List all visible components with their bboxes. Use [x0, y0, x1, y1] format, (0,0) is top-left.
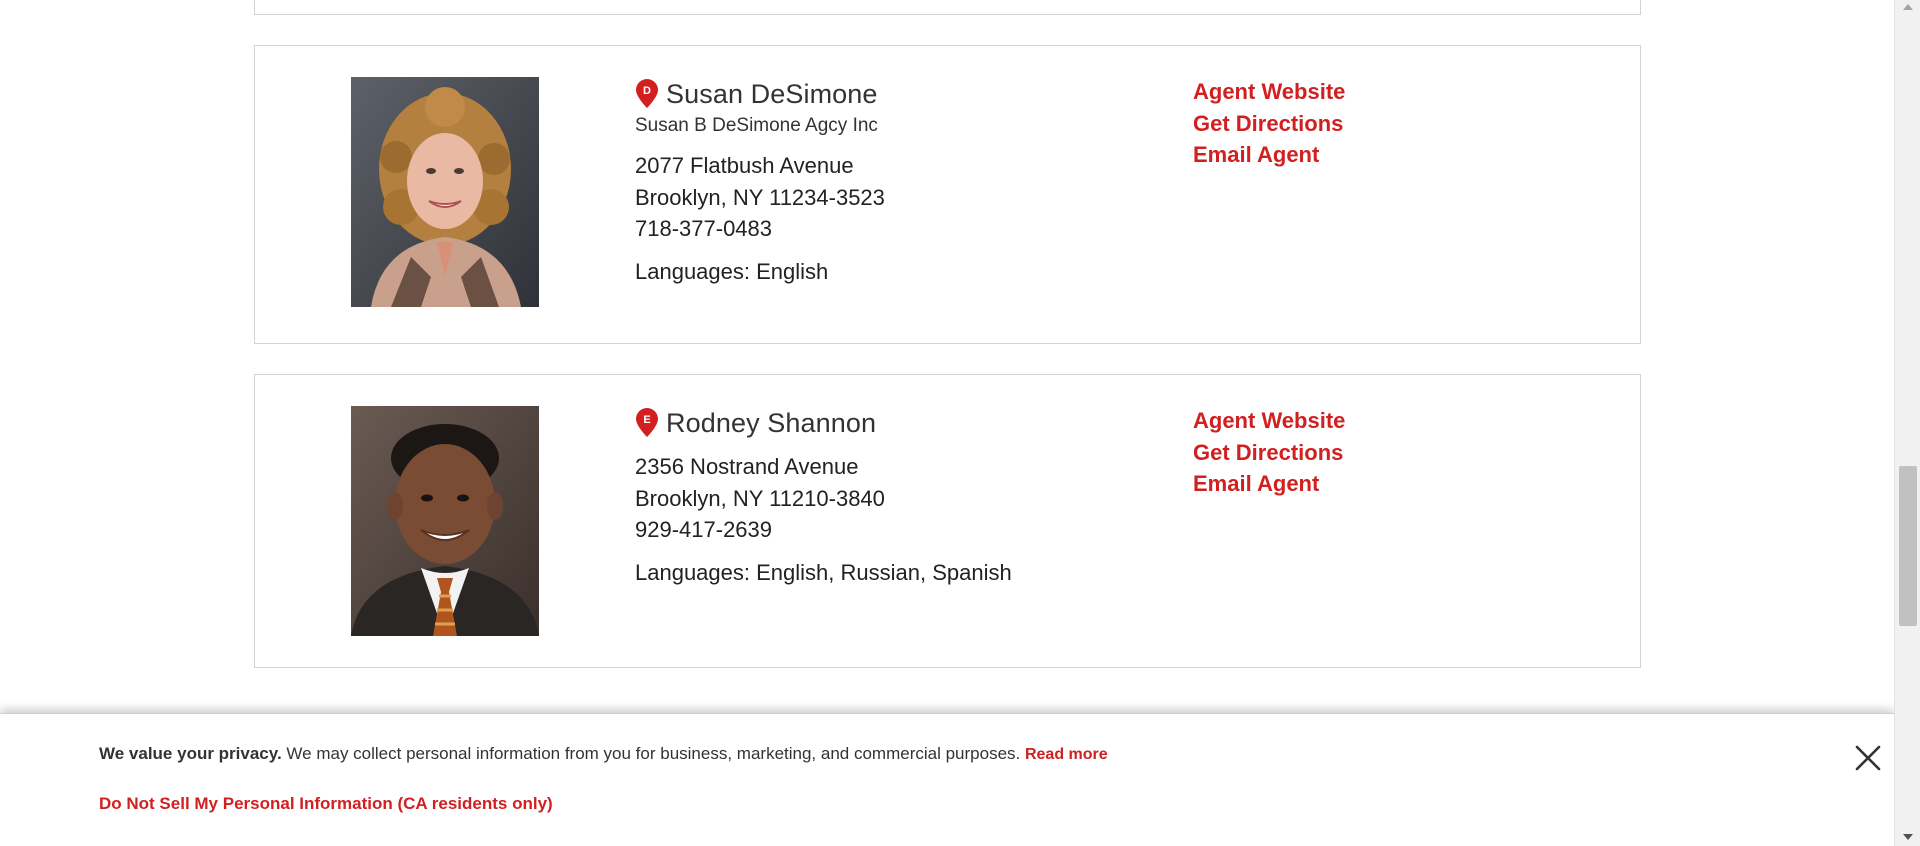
phone-number: 718-377-0483	[635, 216, 773, 241]
map-pin-letter: E	[643, 414, 650, 426]
agent-photo	[351, 406, 539, 636]
scrollbar-thumb[interactable]	[1899, 466, 1917, 626]
scroll-down-arrow-icon[interactable]	[1903, 834, 1913, 840]
agent-info: D Susan DeSimone Susan B DeSimone Agcy I…	[635, 76, 1175, 285]
agent-links: Agent Website Get Directions Email Agent	[1193, 405, 1345, 500]
agent-card: D Susan DeSimone Susan B DeSimone Agcy I…	[254, 45, 1641, 344]
agent-name: Rodney Shannon	[666, 407, 877, 438]
get-directions-link[interactable]: Get Directions	[1193, 437, 1345, 469]
map-pin-icon: E	[635, 408, 659, 438]
scroll-up-arrow-icon[interactable]	[1903, 4, 1913, 10]
map-pin-icon: D	[635, 79, 659, 109]
privacy-banner: We value your privacy. We may collect pe…	[0, 713, 1894, 846]
page: D Susan DeSimone Susan B DeSimone Agcy I…	[0, 0, 1894, 846]
map-pin-letter: D	[643, 85, 651, 97]
address-line-2: Brooklyn, NY 11234-3523	[635, 184, 885, 210]
agent-website-link[interactable]: Agent Website	[1193, 405, 1345, 437]
email-agent-link[interactable]: Email Agent	[1193, 139, 1345, 171]
get-directions-link[interactable]: Get Directions	[1193, 108, 1345, 140]
agent-name: Susan DeSimone	[666, 78, 878, 109]
agent-links: Agent Website Get Directions Email Agent	[1193, 76, 1345, 171]
read-more-link[interactable]: Read more	[1025, 746, 1108, 763]
agent-name-row: D Susan DeSimone	[635, 76, 1175, 112]
privacy-text: We may collect personal information from…	[281, 744, 1025, 763]
vertical-scrollbar[interactable]	[1894, 0, 1920, 846]
privacy-message: We value your privacy. We may collect pe…	[99, 744, 1108, 764]
agent-photo	[351, 77, 539, 307]
phone-number: 929-417-2639	[635, 517, 773, 542]
email-agent-link[interactable]: Email Agent	[1193, 468, 1345, 500]
address-line-1: 2356 Nostrand Avenue	[635, 454, 859, 479]
privacy-heading: We value your privacy.	[99, 744, 282, 763]
languages: Languages: English	[635, 258, 829, 284]
agent-card-previous	[254, 0, 1641, 15]
agent-info: E Rodney Shannon 2356 Nostrand Avenue Br…	[635, 405, 1175, 586]
agent-name-row: E Rodney Shannon	[635, 405, 1175, 441]
do-not-sell-link[interactable]: Do Not Sell My Personal Information (CA …	[99, 794, 553, 814]
address-line-2: Brooklyn, NY 11210-3840	[635, 485, 885, 511]
agency-name: Susan B DeSimone Agcy Inc	[635, 115, 878, 136]
languages: Languages: English, Russian, Spanish	[635, 559, 1012, 585]
close-icon[interactable]	[1852, 742, 1884, 774]
agent-website-link[interactable]: Agent Website	[1193, 76, 1345, 108]
address-line-1: 2077 Flatbush Avenue	[635, 153, 854, 178]
agent-card: E Rodney Shannon 2356 Nostrand Avenue Br…	[254, 374, 1641, 668]
